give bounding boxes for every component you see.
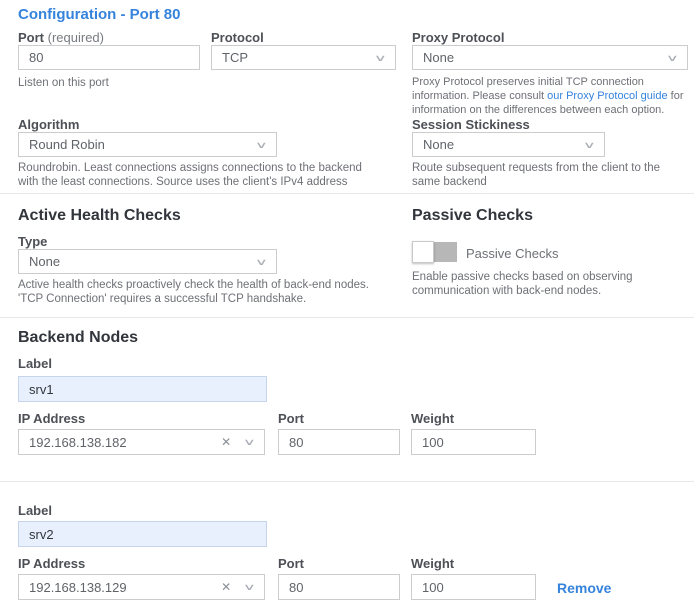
port-label-text: Port — [18, 30, 44, 45]
toggle-knob-icon — [412, 241, 434, 263]
algorithm-select[interactable]: Round Robin ∨ — [18, 132, 277, 157]
algorithm-helper-text: Roundrobin. Least connections assigns co… — [18, 161, 368, 189]
protocol-select[interactable]: TCP ∨ — [211, 45, 396, 70]
session-stickiness-select-value: None — [423, 137, 454, 152]
proxy-protocol-guide-link[interactable]: our Proxy Protocol guide — [547, 90, 667, 102]
chevron-down-icon: ∨ — [243, 438, 256, 447]
active-health-checks-helper-text: Active health checks proactively check t… — [18, 278, 380, 306]
proxy-protocol-select[interactable]: None ∨ — [412, 45, 688, 70]
chevron-down-icon: ∨ — [255, 140, 268, 149]
node-ip-select-value: 192.168.138.129 — [29, 580, 127, 595]
passive-checks-heading: Passive Checks — [412, 207, 533, 225]
node-label-label: Label — [18, 356, 52, 371]
active-health-checks-heading: Active Health Checks — [18, 207, 181, 225]
clear-icon[interactable]: ✕ — [221, 580, 231, 594]
nodebalancer-config-panel: Configuration - Port 80 Port (required) … — [0, 0, 694, 608]
node-port-input[interactable] — [278, 429, 400, 455]
health-check-type-select[interactable]: None ∨ — [18, 249, 277, 274]
passive-checks-toggle-label: Passive Checks — [466, 246, 558, 261]
port-label: Port (required) — [18, 30, 104, 45]
chevron-down-icon: ∨ — [666, 53, 679, 62]
node-port-label: Port — [278, 556, 304, 571]
health-check-type-label: Type — [18, 234, 47, 249]
node-port-label: Port — [278, 411, 304, 426]
node-weight-label: Weight — [411, 556, 454, 571]
node-weight-input[interactable] — [411, 429, 536, 455]
session-stickiness-select[interactable]: None ∨ — [412, 132, 605, 157]
node-ip-select-value: 192.168.138.182 — [29, 435, 127, 450]
node-port-input[interactable] — [278, 574, 400, 600]
node-divider — [0, 481, 694, 482]
session-stickiness-label: Session Stickiness — [412, 117, 530, 132]
passive-checks-helper-text: Enable passive checks based on observing… — [412, 270, 694, 298]
chevron-down-icon: ∨ — [583, 140, 596, 149]
chevron-down-icon: ∨ — [243, 583, 256, 592]
port-input[interactable] — [18, 45, 200, 70]
session-stickiness-helper-text: Route subsequent requests from the clien… — [412, 161, 667, 189]
section-divider — [0, 317, 694, 318]
proxy-protocol-label: Proxy Protocol — [412, 30, 504, 45]
chevron-down-icon: ∨ — [374, 53, 387, 62]
protocol-select-value: TCP — [222, 50, 248, 65]
section-divider — [0, 193, 694, 194]
remove-node-button[interactable]: Remove — [557, 580, 611, 596]
algorithm-select-value: Round Robin — [29, 137, 105, 152]
proxy-protocol-select-value: None — [423, 50, 454, 65]
proxy-protocol-helper-text: Proxy Protocol preserves initial TCP con… — [412, 75, 694, 117]
node-ip-label: IP Address — [18, 411, 85, 426]
node-ip-label: IP Address — [18, 556, 85, 571]
node-label-label: Label — [18, 503, 52, 518]
health-check-type-select-value: None — [29, 254, 60, 269]
node-ip-select[interactable]: 192.168.138.182 ✕ ∨ — [18, 429, 265, 455]
node-weight-input[interactable] — [411, 574, 536, 600]
node-weight-label: Weight — [411, 411, 454, 426]
clear-icon[interactable]: ✕ — [221, 435, 231, 449]
node-ip-select[interactable]: 192.168.138.129 ✕ ∨ — [18, 574, 265, 600]
node-label-input[interactable] — [18, 376, 267, 402]
backend-nodes-heading: Backend Nodes — [18, 329, 138, 347]
passive-checks-toggle[interactable] — [412, 242, 457, 262]
port-helper-text: Listen on this port — [18, 76, 109, 90]
protocol-label: Protocol — [211, 30, 264, 45]
port-required-note: (required) — [48, 30, 104, 45]
algorithm-label: Algorithm — [18, 117, 79, 132]
chevron-down-icon: ∨ — [255, 257, 268, 266]
config-title-link[interactable]: Configuration - Port 80 — [18, 6, 181, 23]
node-label-input[interactable] — [18, 521, 267, 547]
